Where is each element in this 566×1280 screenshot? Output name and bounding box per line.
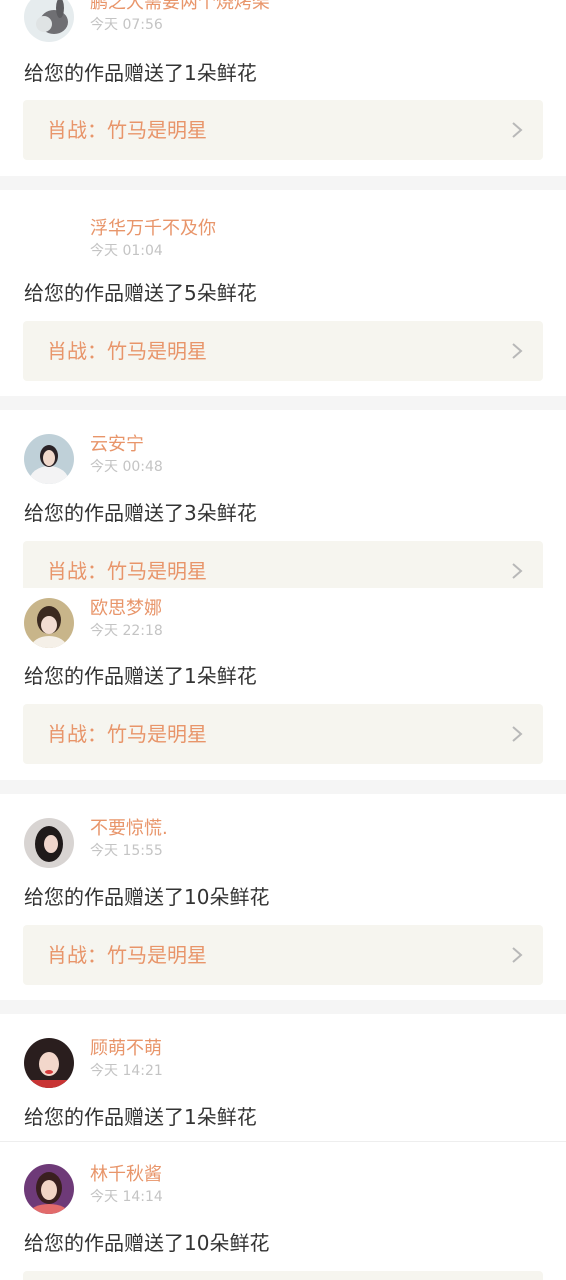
section-gap <box>0 176 566 190</box>
avatar[interactable] <box>24 434 74 484</box>
username[interactable]: 浮华万千不及你 <box>90 218 216 240</box>
work-link[interactable] <box>23 1271 543 1280</box>
notification-card: 顾萌不萌 今天 14:21 给您的作品赠送了1朵鲜花 <box>0 1014 566 1141</box>
timestamp: 今天 07:56 <box>90 17 163 33</box>
notification-card: 鹏之大需要两个烧烤架 今天 07:56 给您的作品赠送了1朵鲜花 肖战：竹马是明… <box>0 0 566 176</box>
section-gap <box>0 396 566 410</box>
username[interactable]: 不要惊慌. <box>90 818 168 840</box>
chevron-right-icon <box>512 563 523 579</box>
username[interactable]: 云安宁 <box>90 434 144 456</box>
chevron-right-icon <box>512 947 523 963</box>
gift-message: 给您的作品赠送了1朵鲜花 <box>24 61 257 85</box>
timestamp: 今天 15:55 <box>90 843 163 859</box>
timestamp: 今天 14:14 <box>90 1189 163 1205</box>
avatar[interactable] <box>24 218 74 268</box>
chevron-right-icon <box>512 726 523 742</box>
chevron-right-icon <box>512 343 523 359</box>
work-link[interactable]: 肖战：竹马是明星 <box>23 925 543 985</box>
work-link[interactable]: 肖战：竹马是明星 <box>23 541 543 588</box>
notification-card: 林千秋酱 今天 14:14 给您的作品赠送了10朵鲜花 <box>0 1142 566 1280</box>
avatar[interactable] <box>24 1164 74 1214</box>
notification-feed: 鹏之大需要两个烧烤架 今天 07:56 给您的作品赠送了1朵鲜花 肖战：竹马是明… <box>0 0 566 1280</box>
work-link[interactable]: 肖战：竹马是明星 <box>23 704 543 764</box>
work-title: 肖战：竹马是明星 <box>47 943 207 967</box>
gift-message: 给您的作品赠送了10朵鲜花 <box>24 885 270 909</box>
notification-card: 云安宁 今天 00:48 给您的作品赠送了3朵鲜花 肖战：竹马是明星 <box>0 410 566 588</box>
gift-message: 给您的作品赠送了5朵鲜花 <box>24 281 257 305</box>
work-link[interactable]: 肖战：竹马是明星 <box>23 321 543 381</box>
gift-message: 给您的作品赠送了10朵鲜花 <box>24 1231 270 1255</box>
work-title: 肖战：竹马是明星 <box>47 722 207 746</box>
work-title: 肖战：竹马是明星 <box>47 559 207 583</box>
timestamp: 今天 22:18 <box>90 623 163 639</box>
section-gap <box>0 1000 566 1014</box>
section-gap <box>0 780 566 794</box>
work-title: 肖战：竹马是明星 <box>47 118 207 142</box>
avatar[interactable] <box>24 818 74 868</box>
chevron-right-icon <box>512 122 523 138</box>
timestamp: 今天 01:04 <box>90 243 163 259</box>
avatar[interactable] <box>24 0 74 42</box>
notification-card: 欧思梦娜 今天 22:18 给您的作品赠送了1朵鲜花 肖战：竹马是明星 <box>0 588 566 780</box>
gift-message: 给您的作品赠送了3朵鲜花 <box>24 501 257 525</box>
gift-message: 给您的作品赠送了1朵鲜花 <box>24 1105 257 1129</box>
username[interactable]: 鹏之大需要两个烧烤架 <box>90 0 270 14</box>
avatar[interactable] <box>24 1038 74 1088</box>
username[interactable]: 顾萌不萌 <box>90 1038 162 1060</box>
notification-card: 不要惊慌. 今天 15:55 给您的作品赠送了10朵鲜花 肖战：竹马是明星 <box>0 794 566 1000</box>
avatar[interactable] <box>24 598 74 648</box>
timestamp: 今天 00:48 <box>90 459 163 475</box>
work-title: 肖战：竹马是明星 <box>47 339 207 363</box>
work-link[interactable]: 肖战：竹马是明星 <box>23 100 543 160</box>
gift-message: 给您的作品赠送了1朵鲜花 <box>24 664 257 688</box>
username[interactable]: 林千秋酱 <box>90 1164 162 1186</box>
timestamp: 今天 14:21 <box>90 1063 163 1079</box>
notification-card: 浮华万千不及你 今天 01:04 给您的作品赠送了5朵鲜花 肖战：竹马是明星 <box>0 190 566 396</box>
username[interactable]: 欧思梦娜 <box>90 598 162 620</box>
